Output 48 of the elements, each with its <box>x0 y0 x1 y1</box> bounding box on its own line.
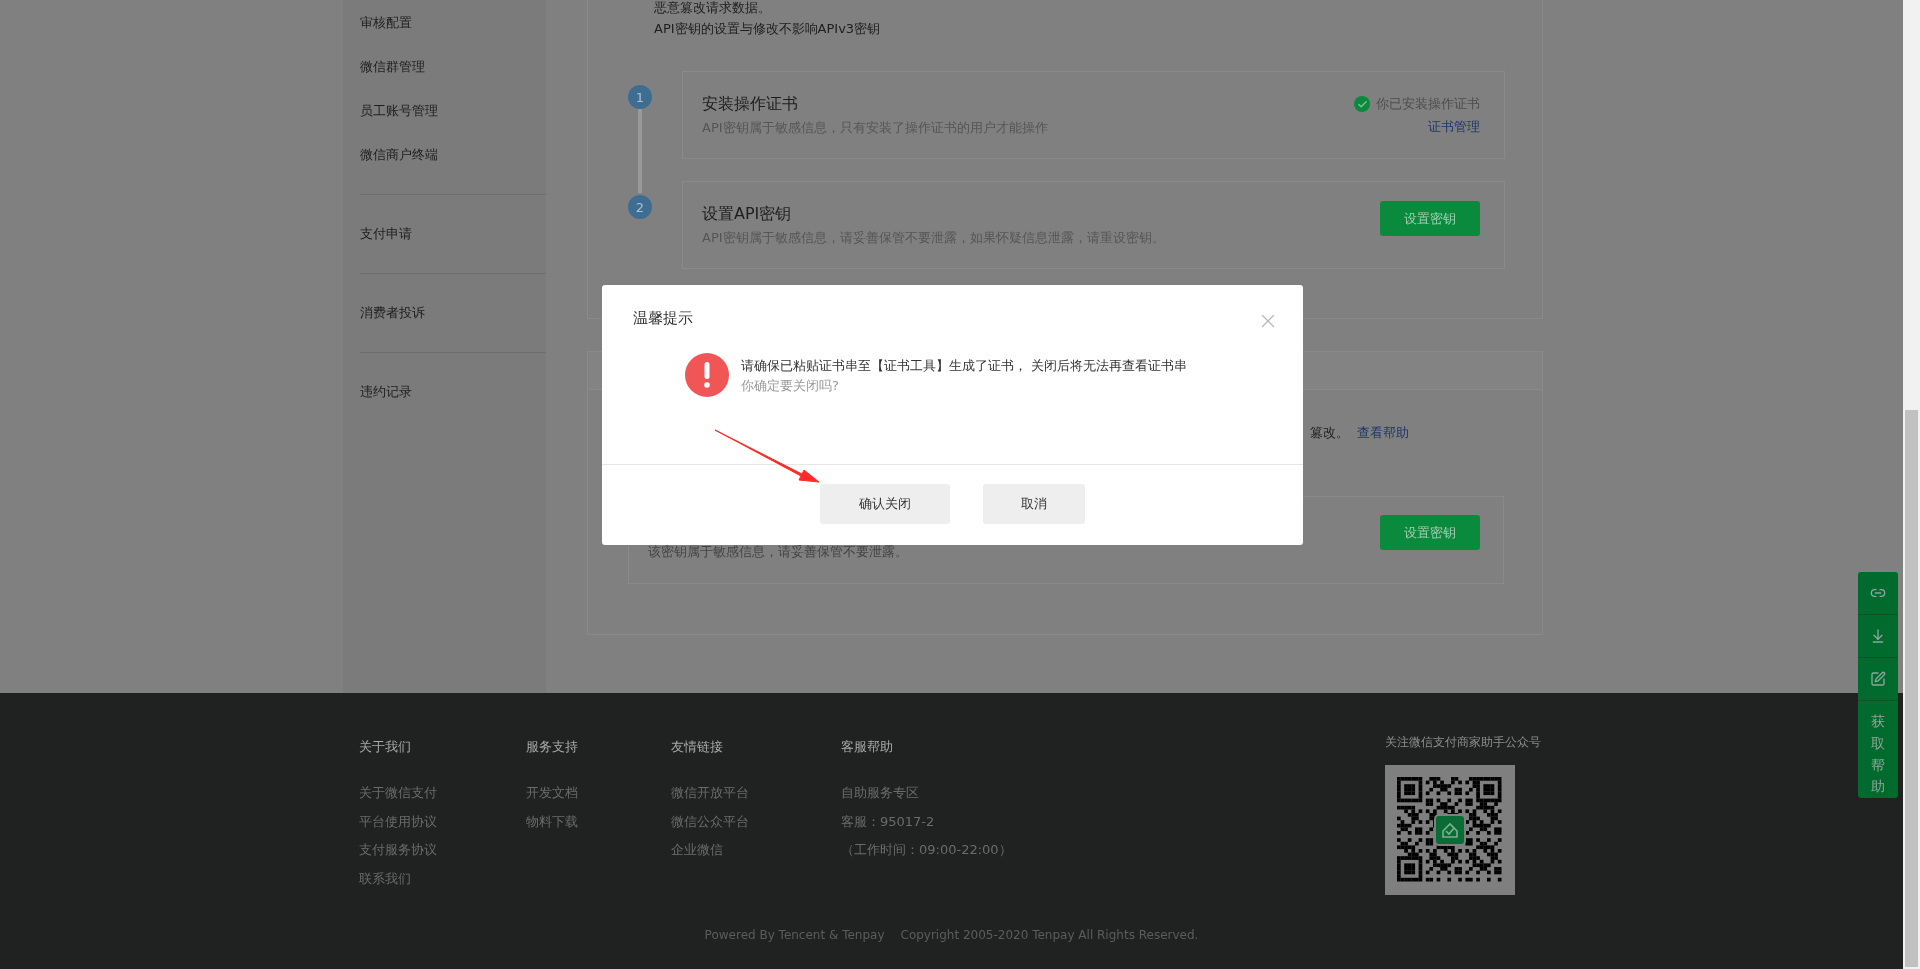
footer-link[interactable]: 微信开放平台 <box>671 779 841 808</box>
step-number: 2 <box>628 195 652 219</box>
sidebar-item[interactable]: 微信商户终端 <box>360 133 546 177</box>
footer-link[interactable]: 关于微信支付 <box>359 779 526 808</box>
qr-caption: 关注微信支付商家助手公众号 <box>1385 734 1542 751</box>
footer-link[interactable]: 支付服务协议 <box>359 836 526 865</box>
footer-link[interactable]: 开发文档 <box>526 779 671 808</box>
cancel-button[interactable]: 取消 <box>983 484 1085 524</box>
footer-link[interactable]: 客服：95017-2 <box>841 807 1041 836</box>
dialog-title: 温馨提示 <box>633 308 693 328</box>
sidebar-item[interactable]: 违约记录 <box>360 370 546 414</box>
footer-heading: 关于我们 <box>359 738 412 756</box>
footer-link[interactable]: （工作时间：09:00-22:00） <box>841 836 1041 865</box>
intro-text: API密钥的设置与修改不影响APIv3密钥 <box>654 20 882 38</box>
sidebar-item[interactable]: 微信群管理 <box>360 45 546 89</box>
set-key-button[interactable]: 设置密钥 <box>1380 515 1480 550</box>
sidebar-item[interactable]: 支付申请 <box>360 212 546 256</box>
footer-link[interactable]: 自助服务专区 <box>841 779 1041 808</box>
footer-heading: 服务支持 <box>526 738 579 756</box>
step-title: 设置API密钥 <box>702 203 793 225</box>
footer-heading: 客服帮助 <box>841 738 894 756</box>
footer-link[interactable]: 微信公众平台 <box>671 807 841 836</box>
confirm-button[interactable]: 确认关闭 <box>820 484 950 524</box>
edit-icon <box>1870 671 1886 688</box>
dialog-message: 请确保已粘贴证书串至【证书工具】生成了证书， 关闭后将无法再查看证书串 <box>741 357 1188 375</box>
get-help-button[interactable]: 获取帮助 <box>1871 701 1885 798</box>
sidebar-item[interactable]: 员工账号管理 <box>360 89 546 133</box>
intro-text: 恶意篡改请求数据。 <box>654 0 772 17</box>
footer-heading: 友情链接 <box>671 738 724 756</box>
sidebar-item[interactable]: 消费者投诉 <box>360 291 546 335</box>
sidebar-item[interactable]: 审核配置 <box>360 1 546 45</box>
footer-link[interactable]: 企业微信 <box>671 836 841 865</box>
step-number: 1 <box>628 85 652 109</box>
check-icon <box>1354 96 1370 112</box>
help-link[interactable]: 查看帮助 <box>1357 424 1409 442</box>
warning-icon <box>685 353 729 397</box>
certificate-link[interactable]: 证书管理 <box>1428 118 1480 136</box>
footer-link[interactable]: 物料下载 <box>526 807 671 836</box>
dialog-question: 你确定要关闭吗? <box>741 377 840 395</box>
set-key-button[interactable]: 设置密钥 <box>1380 201 1480 236</box>
notice-text: 篡改。 <box>1310 424 1349 442</box>
scrollbar-drawing[interactable] <box>1903 0 1920 969</box>
copyright-text: Copyright 2005-2020 Tenpay All Rights Reserved. <box>900 928 1199 942</box>
footer-link[interactable]: 联系我们 <box>359 864 526 893</box>
powered-by-text: Powered By Tencent & Tenpay <box>704 928 885 942</box>
step-title: 安装操作证书 <box>702 93 799 115</box>
footer-link[interactable]: 平台使用协议 <box>359 807 526 836</box>
download-icon <box>1870 628 1886 645</box>
